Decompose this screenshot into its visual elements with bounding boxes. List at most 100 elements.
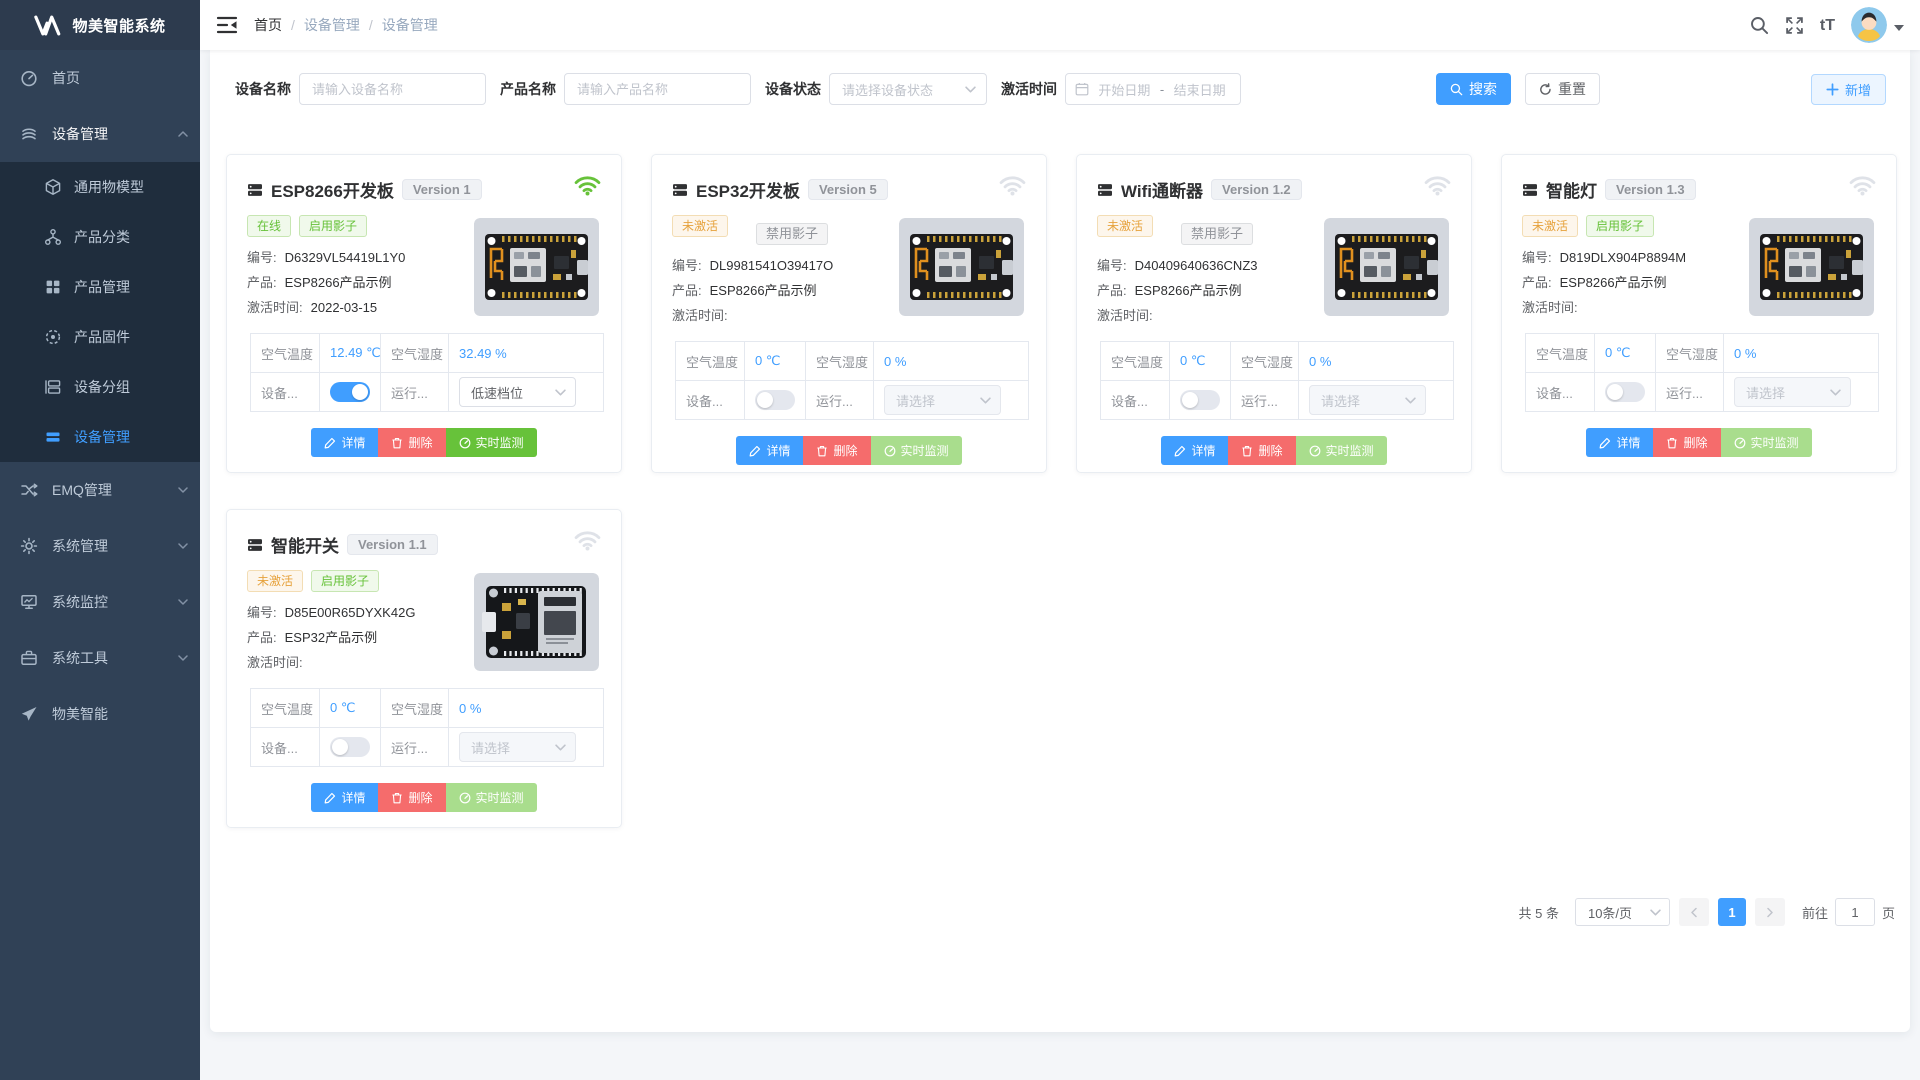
- goto-label: 前往: [1802, 903, 1828, 922]
- sn-value: D40409640636CNZ3: [1135, 253, 1258, 278]
- sn-label: 编号:: [672, 253, 702, 278]
- realtime-monitor-button-disabled: 实时监测: [1296, 436, 1387, 465]
- sidebar-item-product-category[interactable]: 产品分类: [0, 212, 200, 262]
- gear-select-disabled: 请选择: [1734, 377, 1851, 407]
- sidebar-item-thing-model[interactable]: 通用物模型: [0, 162, 200, 212]
- device-switch-toggle[interactable]: [330, 382, 370, 402]
- wifi-offline-icon: [1424, 175, 1451, 196]
- version-badge: Version 1: [402, 179, 482, 200]
- breadcrumb: 首页 / 设备管理 / 设备管理: [254, 15, 438, 35]
- delete-button[interactable]: 删除: [378, 428, 445, 457]
- reset-button[interactable]: 重置: [1525, 73, 1600, 105]
- device-name-input[interactable]: [299, 73, 486, 105]
- gear-select[interactable]: 低速档位: [459, 377, 576, 407]
- humidity-value: 0 %: [874, 342, 1029, 381]
- calendar-icon: [1075, 82, 1089, 96]
- sidebar-item-product-firmware[interactable]: 产品固件: [0, 312, 200, 362]
- group-icon: [44, 378, 62, 396]
- delete-button[interactable]: 删除: [1653, 428, 1720, 457]
- bars-icon: [44, 428, 62, 446]
- date-range-picker[interactable]: 开始日期 - 结束日期: [1065, 73, 1241, 105]
- detail-button[interactable]: 详情: [311, 428, 378, 457]
- breadcrumb-separator: /: [291, 17, 295, 33]
- device-icon: [672, 182, 688, 198]
- fullscreen-icon[interactable]: [1785, 16, 1804, 35]
- page-number-1[interactable]: 1: [1718, 898, 1746, 926]
- humidity-value: 0 %: [449, 689, 604, 728]
- breadcrumb-home[interactable]: 首页: [254, 15, 282, 35]
- device-title: ESP8266开发板: [271, 177, 394, 202]
- sidebar-toggle-icon[interactable]: [216, 15, 238, 35]
- search-icon[interactable]: [1750, 16, 1769, 35]
- product-value: ESP8266产品示例: [285, 270, 392, 295]
- sidebar-item-system-tools[interactable]: 系统工具: [0, 630, 200, 686]
- status-tag: 未激活: [1097, 215, 1153, 237]
- sidebar-item-device-manage-active[interactable]: 设备管理: [0, 412, 200, 462]
- sidebar-item-home[interactable]: 首页: [0, 50, 200, 106]
- detail-button[interactable]: 详情: [1161, 436, 1228, 465]
- detail-button[interactable]: 详情: [311, 783, 378, 812]
- delete-button[interactable]: 删除: [1228, 436, 1295, 465]
- monitor-icon: [20, 593, 38, 611]
- app-logo: 物美智能系统: [0, 0, 200, 50]
- goto-page-input[interactable]: [1835, 898, 1875, 926]
- device-photo: [474, 218, 599, 316]
- device-icon: [1522, 182, 1538, 198]
- device-card-esp8266: ESP8266开发板 Version 1 在线 启用影子 编号:D6329VL5…: [226, 154, 622, 473]
- sidebar-item-product-management[interactable]: 产品管理: [0, 262, 200, 312]
- paper-plane-icon: [20, 705, 38, 723]
- gauge-icon: [1734, 437, 1746, 449]
- device-title: 智能开关: [271, 532, 339, 557]
- breadcrumb-device-management[interactable]: 设备管理: [304, 15, 360, 35]
- search-icon: [1450, 83, 1463, 96]
- activated-value: 2022-03-15: [311, 295, 378, 320]
- sidebar-item-emq[interactable]: EMQ管理: [0, 462, 200, 518]
- version-badge: Version 5: [808, 179, 888, 200]
- sidebar-item-device-management[interactable]: 设备管理: [0, 106, 200, 162]
- device-status-select[interactable]: 请选择设备状态: [829, 73, 987, 105]
- temperature-value: 0 ℃: [1170, 342, 1231, 381]
- activated-label: 激活时间:: [672, 303, 728, 328]
- refresh-icon: [1539, 83, 1552, 96]
- realtime-monitor-button[interactable]: 实时监测: [446, 428, 537, 457]
- sidebar-item-wumei-smart[interactable]: 物美智能: [0, 686, 200, 742]
- detail-button[interactable]: 详情: [1586, 428, 1653, 457]
- trash-icon: [391, 792, 403, 804]
- search-button[interactable]: 搜索: [1436, 73, 1511, 105]
- gauge-icon: [459, 437, 471, 449]
- shadow-tag: 禁用影子: [1181, 223, 1253, 245]
- device-switch-toggle[interactable]: [1180, 390, 1220, 410]
- chevron-down-icon: [1830, 389, 1841, 396]
- realtime-monitor-button-disabled: 实时监测: [1721, 428, 1812, 457]
- font-size-icon[interactable]: tT: [1820, 16, 1835, 35]
- delete-button[interactable]: 删除: [803, 436, 870, 465]
- version-badge: Version 1.3: [1605, 179, 1696, 200]
- product-name-input[interactable]: [564, 73, 751, 105]
- device-photo: [1749, 218, 1874, 316]
- gear-label: 运行...: [381, 373, 449, 412]
- detail-button[interactable]: 详情: [736, 436, 803, 465]
- sidebar-item-system-monitor[interactable]: 系统监控: [0, 574, 200, 630]
- date-range-separator: -: [1160, 82, 1164, 97]
- sidebar: 物美智能系统 首页 设备管理 通用物模型 产品分类 产品管理: [0, 0, 200, 1080]
- chevron-down-icon: [555, 744, 566, 751]
- device-switch-toggle[interactable]: [755, 390, 795, 410]
- device-switch-toggle[interactable]: [1605, 382, 1645, 402]
- end-date-placeholder: 结束日期: [1168, 80, 1231, 99]
- sn-value: D6329VL54419L1Y0: [285, 245, 406, 270]
- wifi-offline-icon: [574, 530, 601, 551]
- avatar[interactable]: [1851, 7, 1887, 43]
- device-status-label: 设备状态: [765, 79, 821, 99]
- add-device-button[interactable]: 新增: [1811, 74, 1886, 105]
- user-menu[interactable]: [1851, 7, 1904, 43]
- sidebar-item-system-management[interactable]: 系统管理: [0, 518, 200, 574]
- device-switch-toggle[interactable]: [330, 737, 370, 757]
- page-size-select[interactable]: 10条/页: [1575, 898, 1670, 926]
- sidebar-item-device-group[interactable]: 设备分组: [0, 362, 200, 412]
- edit-icon: [1599, 437, 1611, 449]
- chevron-down-icon: [178, 655, 188, 661]
- delete-button[interactable]: 删除: [378, 783, 445, 812]
- navbar-right: tT: [1750, 7, 1904, 43]
- app-title: 物美智能系统: [72, 15, 165, 36]
- logo-mark-icon: [34, 15, 62, 36]
